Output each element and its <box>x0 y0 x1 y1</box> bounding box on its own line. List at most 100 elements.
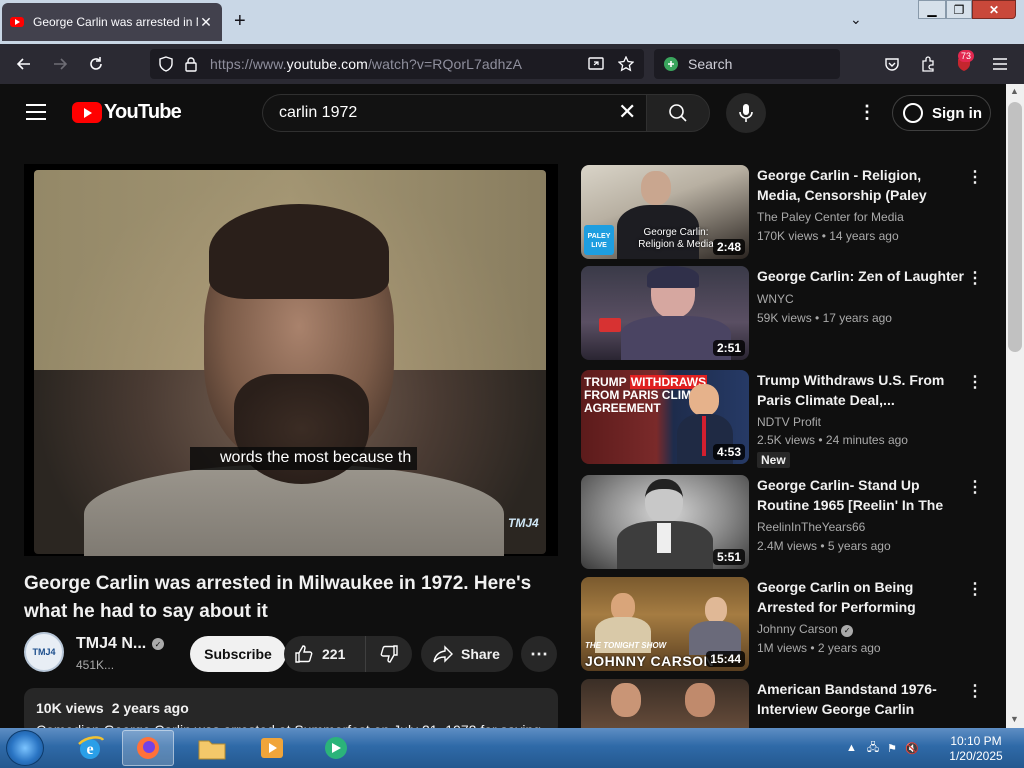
recommendation-channel[interactable]: ReelinInTheYears66 <box>757 520 865 534</box>
media-player-icon[interactable] <box>246 730 298 766</box>
search-button[interactable] <box>646 94 710 132</box>
lock-icon[interactable] <box>184 56 198 72</box>
clear-search-icon[interactable]: ✕ <box>618 101 636 123</box>
recommendation-item[interactable]: TRUMP WITHDRAWS FROM PARIS CLIMATE AGREE… <box>581 370 1001 468</box>
url-bar[interactable]: https://www.youtube.com/watch?v=RQorL7ad… <box>150 49 644 79</box>
firefox-icon[interactable] <box>122 730 174 766</box>
recommendation-channel[interactable]: NDTV Profit <box>757 415 821 429</box>
window-maximize-button[interactable]: ❐ <box>946 0 972 19</box>
browser-tab-active[interactable]: George Carlin was arrested in Milwaukee … <box>2 3 222 41</box>
recommendation-menu-icon[interactable]: ⋮ <box>967 372 983 392</box>
recommendation-menu-icon[interactable]: ⋮ <box>967 268 983 288</box>
reload-icon[interactable] <box>84 52 108 76</box>
window-close-button[interactable]: ✕ <box>972 0 1016 19</box>
youtube-logo-text: YouTube <box>104 101 182 123</box>
recommendation-menu-icon[interactable]: ⋮ <box>967 579 983 599</box>
thumb-figure-body <box>689 621 741 655</box>
recommendation-menu-icon[interactable]: ⋮ <box>967 477 983 497</box>
guide-menu-icon[interactable] <box>26 104 46 120</box>
menu-hamburger-icon[interactable] <box>988 52 1012 76</box>
thumb-figure-cap <box>647 266 699 288</box>
recommendation-item[interactable]: THE TONIGHT SHOW JOHNNY CARSON 15:44 Geo… <box>581 577 1001 673</box>
clock-date: 1/20/2025 <box>949 749 1003 763</box>
recommendation-thumbnail[interactable]: THE TONIGHT SHOW JOHNNY CARSON 15:44 <box>581 577 749 671</box>
voice-search-button[interactable] <box>726 93 766 133</box>
recommendation-title[interactable]: Trump Withdraws U.S. From Paris Climate … <box>757 370 967 410</box>
screen: George Carlin was arrested in Milwaukee … <box>0 0 1024 768</box>
thumb-figure-head <box>645 479 683 523</box>
page-scrollbar[interactable]: ▲ ▼ <box>1006 84 1024 728</box>
sign-in-button[interactable]: Sign in <box>892 95 991 131</box>
video-player[interactable]: words the most because th TMJ4 <box>24 164 558 556</box>
thumb-figure-head <box>705 597 727 623</box>
recommendation-title[interactable]: American Bandstand 1976- Interview Georg… <box>757 679 967 719</box>
recommendation-title[interactable]: George Carlin- Stand Up Routine 1965 [Re… <box>757 475 967 515</box>
browser-search-input[interactable]: Search <box>654 49 840 79</box>
taskbar-clock[interactable]: 10:10 PM 1/20/2025 <box>940 734 1012 764</box>
video-duration: 4:53 <box>712 444 745 460</box>
back-arrow-icon[interactable] <box>12 52 36 76</box>
view-count: 10K views <box>36 700 104 716</box>
messenger-app-icon[interactable] <box>310 730 362 766</box>
thumb-figure-head <box>689 384 719 416</box>
like-dislike-bar: 221 <box>284 636 412 672</box>
youtube-search-input[interactable]: carlin 1972 <box>262 94 648 132</box>
sign-in-label: Sign in <box>932 104 982 122</box>
recommendation-thumbnail[interactable]: PALEY LIVE George Carlin: Religion & Med… <box>581 165 749 259</box>
recommendation-title[interactable]: George Carlin on Being Arrested for Perf… <box>757 577 967 617</box>
show-hidden-icons-icon[interactable]: ▲ <box>846 742 857 754</box>
recommendation-item[interactable]: American Bandstand 1976- Interview Georg… <box>581 679 1001 728</box>
scroll-up-arrow-icon[interactable]: ▲ <box>1010 86 1019 96</box>
file-explorer-icon[interactable] <box>186 730 238 766</box>
pocket-icon[interactable] <box>880 52 904 76</box>
recommendation-thumbnail[interactable]: 2:51 <box>581 266 749 360</box>
recommendation-item[interactable]: 5:51 George Carlin- Stand Up Routine 196… <box>581 475 1001 571</box>
internet-explorer-icon[interactable]: e <box>64 730 116 766</box>
extension-badge: 73 <box>958 50 975 62</box>
dislike-button[interactable] <box>366 644 412 664</box>
tracking-protection-shield-icon[interactable] <box>158 56 174 72</box>
start-button[interactable] <box>6 730 44 766</box>
thumb-caption: George Carlin: Religion & Media <box>638 227 714 250</box>
volume-muted-icon[interactable]: 🔇 <box>905 742 919 755</box>
search-query-text: carlin 1972 <box>279 104 358 121</box>
network-icon[interactable]: 🖧 <box>867 739 879 758</box>
recommendation-title[interactable]: George Carlin - Religion, Media, Censors… <box>757 165 967 205</box>
recommendation-title[interactable]: George Carlin: Zen of Laughter <box>757 266 967 286</box>
list-all-tabs-button[interactable]: ⌄ <box>850 11 862 28</box>
action-center-flag-icon[interactable]: ⚑ <box>887 742 897 755</box>
subscriber-count: 451K... <box>76 658 115 672</box>
more-actions-icon[interactable]: ⋯ <box>521 636 557 672</box>
description-meta: 10K views 2 years ago <box>36 700 546 716</box>
browser-toolbar: https://www.youtube.com/watch?v=RQorL7ad… <box>0 44 1024 84</box>
recommendation-thumbnail[interactable]: TRUMP WITHDRAWS FROM PARIS CLIMATE AGREE… <box>581 370 749 464</box>
share-arrow-icon <box>433 645 453 663</box>
bookmark-star-icon[interactable] <box>618 56 634 72</box>
settings-kebab-icon[interactable]: ⋮ <box>858 102 876 123</box>
scrollbar-thumb[interactable] <box>1008 102 1022 352</box>
recommendation-menu-icon[interactable]: ⋮ <box>967 167 983 187</box>
picture-in-picture-icon[interactable] <box>588 56 604 72</box>
channel-name[interactable]: TMJ4 N... <box>76 635 146 653</box>
video-duration: 15:44 <box>706 651 745 667</box>
recommendation-thumbnail[interactable]: 5:51 <box>581 475 749 569</box>
new-tab-button[interactable]: + <box>234 10 246 33</box>
recommendation-meta: 2.5K views • 24 minutes ago <box>757 433 908 447</box>
like-button[interactable]: 221 <box>284 636 366 672</box>
tab-close-icon[interactable]: ✕ <box>198 14 214 31</box>
forward-arrow-icon[interactable] <box>48 52 72 76</box>
youtube-logo[interactable]: YouTube <box>72 101 182 124</box>
scroll-down-arrow-icon[interactable]: ▼ <box>1010 714 1019 724</box>
recommendation-channel[interactable]: Johnny Carson ✓ <box>757 622 854 637</box>
recommendation-channel[interactable]: The Paley Center for Media <box>757 210 904 224</box>
channel-avatar[interactable]: TMJ4 <box>24 632 64 672</box>
recommendation-item[interactable]: PALEY LIVE George Carlin: Religion & Med… <box>581 165 1001 261</box>
recommendation-thumbnail[interactable] <box>581 679 749 728</box>
share-button[interactable]: Share <box>421 636 513 672</box>
window-minimize-button[interactable]: ▁ <box>918 0 946 19</box>
extensions-puzzle-icon[interactable] <box>916 52 940 76</box>
recommendation-channel[interactable]: WNYC <box>757 292 794 306</box>
subscribe-button[interactable]: Subscribe <box>190 636 286 672</box>
recommendation-item[interactable]: 2:51 George Carlin: Zen of Laughter WNYC… <box>581 266 1001 362</box>
recommendation-menu-icon[interactable]: ⋮ <box>967 681 983 701</box>
